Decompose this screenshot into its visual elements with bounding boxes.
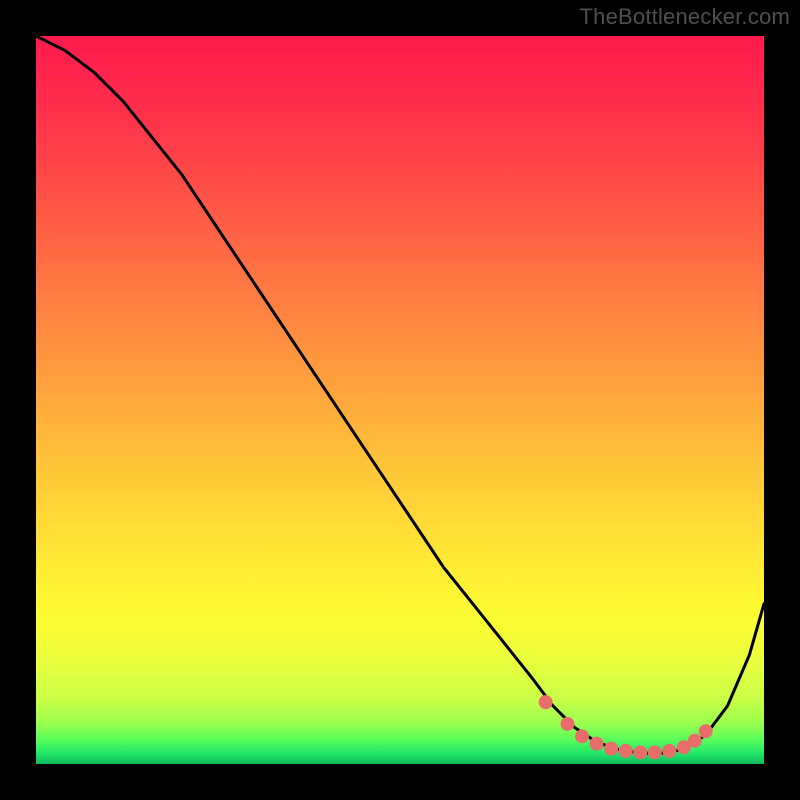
chart-plot-area	[36, 36, 764, 764]
optimal-marker	[604, 742, 618, 756]
optimal-marker	[590, 737, 604, 751]
optimal-marker	[633, 745, 647, 759]
optimal-marker	[619, 744, 633, 758]
optimal-marker	[648, 745, 662, 759]
optimal-marker	[539, 695, 553, 709]
optimal-marker	[560, 717, 574, 731]
watermark-text: TheBottlenecker.com	[580, 4, 790, 30]
optimal-marker	[688, 734, 702, 748]
optimal-marker	[575, 729, 589, 743]
chart-marker-layer	[36, 36, 764, 764]
optimal-marker	[662, 744, 676, 758]
optimal-marker	[699, 724, 713, 738]
